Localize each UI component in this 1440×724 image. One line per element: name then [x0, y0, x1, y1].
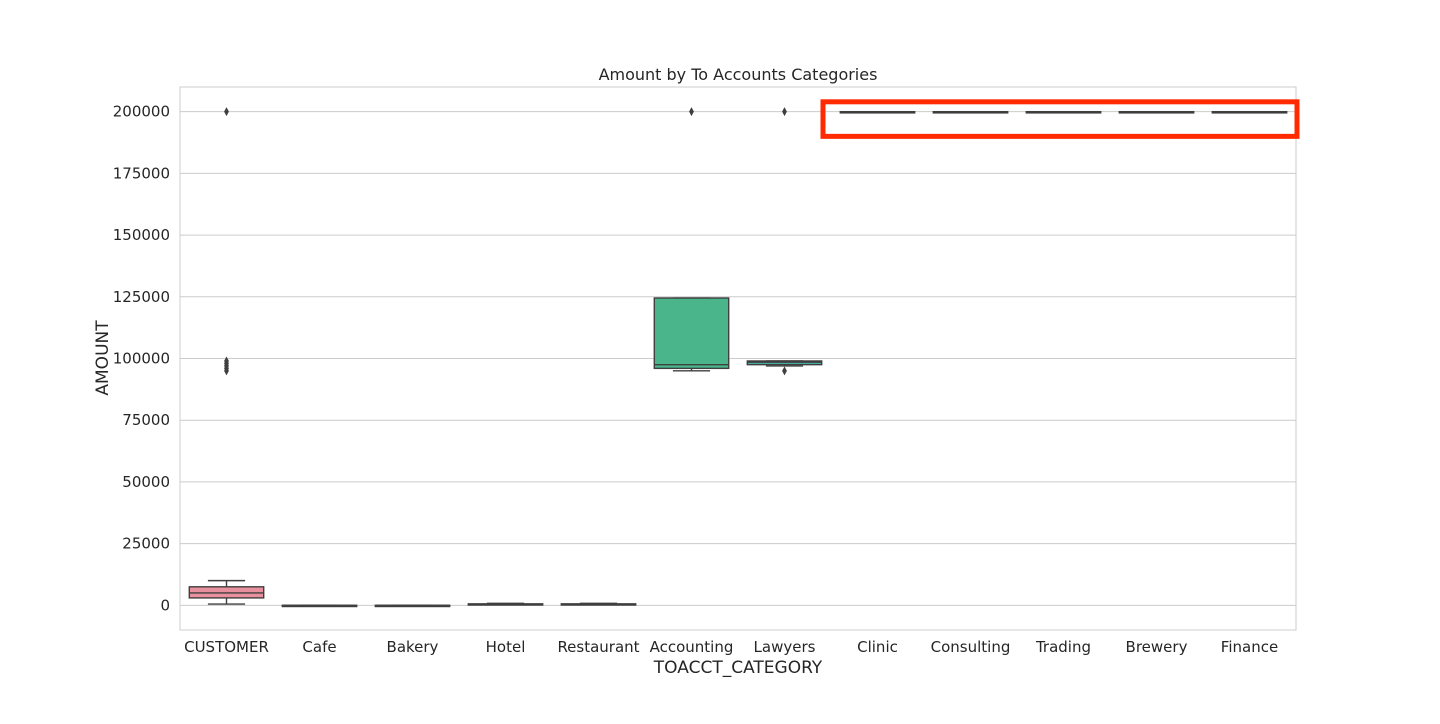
box-finance — [1211, 110, 1288, 114]
x-tick-label: CUSTOMER — [184, 638, 269, 656]
box-brewery — [1118, 110, 1195, 114]
y-tick-label: 75000 — [122, 411, 170, 429]
chart-title: Amount by To Accounts Categories — [599, 65, 878, 84]
x-tick-label: Brewery — [1126, 638, 1188, 656]
x-tick-label: Bakery — [387, 638, 439, 656]
y-tick-label: 50000 — [122, 473, 170, 491]
x-tick-label: Consulting — [931, 638, 1011, 656]
x-tick-label: Accounting — [650, 638, 734, 656]
y-tick-label: 0 — [160, 596, 170, 614]
box-body — [653, 297, 730, 370]
x-tick-label: Lawyers — [754, 638, 816, 656]
y-tick-label: 25000 — [122, 535, 170, 553]
x-tick-label: Restaurant — [557, 638, 639, 656]
box-hotel — [467, 602, 544, 606]
chart-container: 0 25000 50000 75000 100000 125000 150000 175000… — [0, 0, 1440, 720]
x-axis-label: TOACCT_CATEGORY — [653, 658, 823, 678]
x-tick-label: Finance — [1221, 638, 1278, 656]
box-cafe — [281, 604, 358, 608]
y-axis-ticks: 0 25000 50000 75000 100000 125000 150000 175000… — [113, 103, 170, 615]
box-clinic — [839, 110, 916, 114]
y-tick-label: 125000 — [113, 288, 170, 306]
y-tick-label: 150000 — [113, 226, 170, 244]
x-tick-label: Cafe — [302, 638, 336, 656]
box-bakery — [374, 604, 451, 608]
y-tick-label: 200000 — [113, 103, 170, 121]
box-plot-chart: 0 25000 50000 75000 100000 125000 150000 175000… — [0, 0, 1440, 720]
x-tick-label: Hotel — [486, 638, 526, 656]
box-trading — [1025, 110, 1102, 114]
box-consulting — [932, 110, 1009, 114]
box-restaurant — [560, 602, 637, 606]
y-tick-label: 100000 — [113, 350, 170, 368]
x-tick-label: Trading — [1035, 638, 1091, 656]
y-tick-label: 175000 — [113, 164, 170, 182]
y-axis-label: AMOUNT — [93, 320, 113, 396]
x-tick-label: Clinic — [857, 638, 898, 656]
